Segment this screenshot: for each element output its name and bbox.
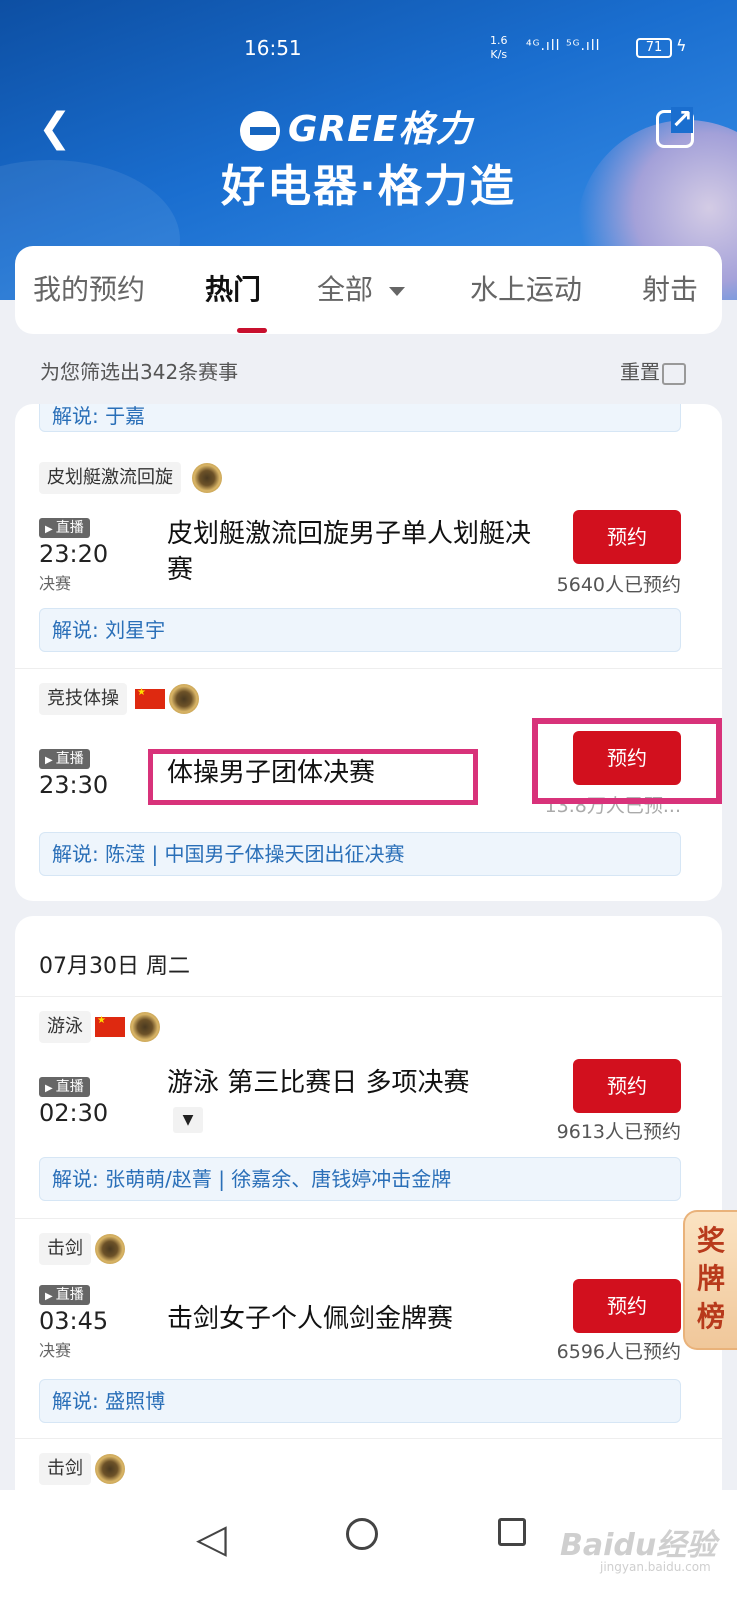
event-title[interactable]: 击剑女子个人佩剑金牌赛 [167, 1301, 537, 1337]
share-icon: ↗ [671, 105, 693, 135]
gree-logo-icon [240, 111, 280, 151]
medal-tab-char: 榜 [696, 1300, 725, 1333]
highlight-box-title [148, 749, 478, 805]
status-signal-icon: ⁴ᴳ.ıll ⁵ᴳ.ıll [526, 38, 601, 54]
schedule-card: 07月30日 周二 游泳 直播 02:30 游泳 第三比赛日 多项决赛 ▼ 预约… [15, 916, 722, 1516]
event-row[interactable]: 游泳 直播 02:30 游泳 第三比赛日 多项决赛 ▼ 预约 9613人已预约 … [15, 996, 722, 1218]
watermark: Baidu经验 jingyan.baidu.com [560, 1528, 717, 1574]
commentary-bar[interactable]: 解说: 张萌萌/赵菁 | 徐嘉余、唐钱婷冲击金牌 [39, 1157, 681, 1201]
tab-shooting[interactable]: 射击 [642, 268, 698, 308]
reservation-count: 9613人已预约 [556, 1121, 681, 1143]
commentary-bar[interactable]: 解说: 于嘉 [39, 404, 681, 432]
event-stage: 决赛 [39, 574, 72, 593]
gold-medal-icon [130, 1012, 160, 1042]
event-title[interactable]: 皮划艇激流回旋男子单人划艇决赛 [167, 516, 537, 588]
filter-summary: 为您筛选出342条赛事 [40, 360, 239, 384]
china-flag-icon [95, 1015, 125, 1037]
tab-hot[interactable]: 热门 [205, 268, 261, 308]
sport-tag: 击剑 [39, 1233, 91, 1265]
expand-toggle-icon[interactable]: ▼ [173, 1107, 203, 1133]
slogan: 好电器·格力造 [221, 161, 516, 212]
reserve-button[interactable]: 预约 [573, 510, 681, 564]
live-badge: 直播 [39, 749, 90, 769]
gold-medal-icon [169, 684, 199, 714]
highlight-box-button [532, 718, 722, 804]
gold-medal-icon [95, 1234, 125, 1264]
live-badge: 直播 [39, 518, 90, 538]
reset-button[interactable]: 重置 [620, 356, 686, 385]
commentary-bar[interactable]: 解说: 盛照博 [39, 1379, 681, 1423]
tab-my-reservations[interactable]: 我的预约 [33, 268, 145, 308]
reserve-button[interactable]: 预约 [573, 1279, 681, 1333]
date-header: 07月30日 周二 [39, 954, 190, 979]
event-time: 03:45 [39, 1307, 109, 1335]
commentary-bar[interactable]: 解说: 陈滢 | 中国男子体操天团出征决赛 [39, 832, 681, 876]
tab-all[interactable]: 全部 [317, 268, 406, 308]
commentary-bar[interactable]: 解说: 刘星宇 [39, 608, 681, 652]
share-button[interactable]: ↗ [656, 105, 694, 148]
status-bar: 16:51 1.6 K/s ⁴ᴳ.ıll ⁵ᴳ.ıll 71 ϟ [0, 34, 737, 66]
schedule-card: 解说: 于嘉 皮划艇激流回旋 直播 23:20 决赛 皮划艇激流回旋男子单人划艇… [15, 404, 722, 901]
tab-water-sports[interactable]: 水上运动 [470, 268, 582, 308]
active-tab-indicator [237, 328, 267, 333]
reservation-count: 6596人已预约 [556, 1341, 681, 1363]
event-stage: 决赛 [39, 1341, 72, 1360]
nav-back-icon[interactable]: ◁ [196, 1516, 227, 1562]
nav-recent-icon[interactable] [498, 1518, 526, 1546]
back-button[interactable]: ❮ [38, 108, 72, 148]
event-time: 02:30 [39, 1099, 109, 1127]
calendar-icon [662, 362, 686, 385]
sport-tag: 游泳 [39, 1011, 91, 1043]
event-time: 23:20 [39, 540, 109, 568]
event-row[interactable]: 皮划艇激流回旋 直播 23:20 决赛 皮划艇激流回旋男子单人划艇决赛 预约 5… [15, 448, 722, 668]
sport-tag: 击剑 [39, 1453, 91, 1485]
live-badge: 直播 [39, 1077, 90, 1097]
battery-icon: 71 [636, 38, 672, 58]
status-net-speed: 1.6 K/s [490, 34, 508, 61]
event-time: 23:30 [39, 771, 109, 799]
reservation-count: 5640人已预约 [556, 574, 681, 596]
status-time: 16:51 [244, 36, 302, 60]
chevron-down-icon [389, 286, 406, 296]
china-flag-icon [135, 687, 165, 709]
reserve-button[interactable]: 预约 [573, 1059, 681, 1113]
medal-table-button[interactable]: 奖 牌 榜 [683, 1210, 737, 1350]
event-row[interactable]: 击剑 直播 03:45 决赛 击剑女子个人佩剑金牌赛 预约 6596人已预约 解… [15, 1218, 722, 1438]
medal-tab-char: 奖 [696, 1224, 725, 1257]
gree-logo: GREE格力 [240, 100, 472, 152]
live-badge: 直播 [39, 1285, 90, 1305]
nav-home-icon[interactable] [346, 1518, 378, 1550]
event-title[interactable]: 游泳 第三比赛日 多项决赛 [167, 1065, 537, 1101]
gold-medal-icon [95, 1454, 125, 1484]
category-tabs: 我的预约 热门 全部 水上运动 射击 [15, 246, 722, 334]
sport-tag: 竞技体操 [39, 683, 127, 715]
charging-icon: ϟ [676, 36, 687, 55]
sport-tag: 皮划艇激流回旋 [39, 462, 181, 494]
medal-tab-char: 牌 [696, 1262, 725, 1295]
gold-medal-icon [192, 463, 222, 493]
